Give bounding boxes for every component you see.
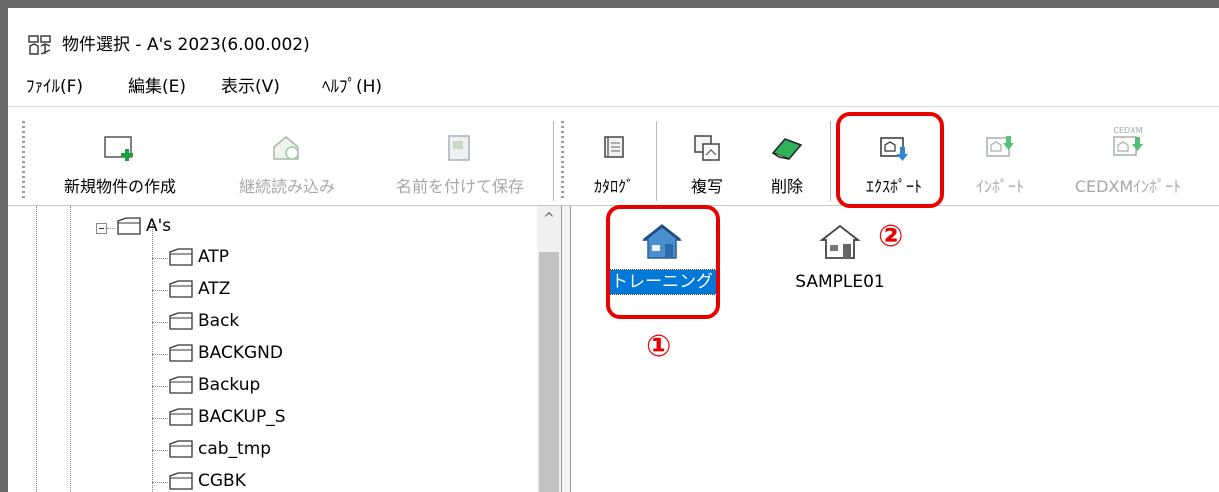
window-title: 物件選択 - A's 2023(6.00.002) bbox=[62, 35, 310, 55]
tree-node-label: cab_tmp bbox=[198, 439, 272, 459]
tree-node-label: BACKGND bbox=[198, 343, 283, 363]
title-bar: 物件選択 - A's 2023(6.00.002) bbox=[8, 8, 1219, 68]
house-load-icon bbox=[273, 136, 299, 160]
toolbar-separator bbox=[656, 121, 657, 201]
folder-icon bbox=[117, 217, 141, 235]
toolbar-grip-2[interactable] bbox=[561, 121, 564, 201]
tree-node-label: ATZ bbox=[198, 279, 231, 299]
toolbar-separator bbox=[830, 121, 831, 201]
menu-help[interactable]: ﾍﾙﾌﾟ(H) bbox=[322, 76, 382, 98]
window-border-top bbox=[0, 0, 1219, 8]
folder-icon bbox=[169, 344, 193, 362]
tree-node-label: CGBK bbox=[198, 471, 246, 491]
catalog-button[interactable]: ｶﾀﾛｸﾞ bbox=[580, 115, 648, 201]
tree-scrollbar[interactable]: ^ bbox=[537, 206, 561, 492]
folder-icon bbox=[169, 248, 193, 266]
save-as-button[interactable]: 名前を付けて保存 bbox=[374, 115, 546, 201]
app-logo-icon bbox=[28, 35, 51, 55]
import-label: ｲﾝﾎﾟｰﾄ bbox=[975, 177, 1024, 196]
annotation-box-training bbox=[606, 205, 720, 319]
new-project-label: 新規物件の作成 bbox=[63, 177, 176, 196]
window-border-left bbox=[0, 0, 8, 492]
tree-guide-line bbox=[70, 206, 71, 492]
new-project-button[interactable]: 新規物件の作成 bbox=[36, 115, 204, 201]
tree-guide-line bbox=[36, 206, 37, 492]
folder-icon bbox=[169, 472, 193, 490]
cedxm-icon-text: CEDXM bbox=[1113, 126, 1142, 135]
folder-icon bbox=[169, 312, 193, 330]
menu-edit[interactable]: 編集(E) bbox=[128, 76, 186, 98]
collapse-icon[interactable] bbox=[96, 223, 107, 234]
folder-icon bbox=[169, 440, 193, 458]
annotation-marker-2: ② bbox=[878, 219, 904, 254]
list-item-label: SAMPLE01 bbox=[795, 272, 885, 292]
folder-tree[interactable]: A's ATP ATZ Back BACKGND Backup BACKUP_S cab_t… bbox=[8, 206, 561, 492]
menu-view[interactable]: 表示(V) bbox=[221, 76, 280, 98]
folder-icon bbox=[169, 376, 193, 394]
scroll-up-arrow-icon[interactable]: ^ bbox=[537, 206, 561, 232]
cedxm-import-label: CEDXMｲﾝﾎﾟｰﾄ bbox=[1074, 177, 1182, 196]
delete-button[interactable]: 削除 bbox=[752, 115, 822, 201]
scroll-thumb[interactable] bbox=[539, 252, 559, 492]
copy-button[interactable]: 複写 bbox=[672, 115, 742, 201]
delete-label: 削除 bbox=[770, 177, 803, 196]
app-window: 物件選択 - A's 2023(6.00.002) ﾌｧｲﾙ(F) 編集(E) … bbox=[0, 0, 1219, 492]
toolbar-grip[interactable] bbox=[22, 121, 25, 201]
new-document-icon bbox=[104, 136, 133, 161]
copy-label: 複写 bbox=[690, 177, 723, 196]
catalog-book-icon bbox=[604, 136, 624, 158]
menu-file[interactable]: ﾌｧｲﾙ(F) bbox=[26, 76, 83, 98]
catalog-label: ｶﾀﾛｸﾞ bbox=[593, 177, 634, 196]
import-icon bbox=[986, 136, 1014, 157]
tree-node-label: ATP bbox=[198, 247, 229, 267]
tree-node-label: A's bbox=[146, 216, 172, 236]
folder-icon bbox=[169, 280, 193, 298]
pane-splitter[interactable] bbox=[561, 206, 571, 492]
toolbar: 新規物件の作成 継続読み込み 名前を付けて保存 ｶﾀﾛｸﾞ 複写 削除 ｴｸｽﾎ… bbox=[8, 107, 1219, 206]
save-as-icon bbox=[448, 135, 470, 161]
annotation-marker-1: ① bbox=[646, 329, 672, 364]
menu-bar: ﾌｧｲﾙ(F) 編集(E) 表示(V) ﾍﾙﾌﾟ(H) bbox=[8, 68, 1219, 107]
house-icon bbox=[819, 224, 861, 259]
import-button[interactable]: ｲﾝﾎﾟｰﾄ bbox=[960, 115, 1040, 201]
tree-node-label: Back bbox=[198, 311, 240, 331]
copy-icon bbox=[694, 135, 720, 161]
cedxm-import-icon: CEDXM bbox=[1113, 126, 1143, 156]
eraser-icon bbox=[771, 138, 803, 160]
annotation-box-export bbox=[836, 112, 944, 208]
tree-node-label: Backup bbox=[198, 375, 261, 395]
continue-load-label: 継続読み込み bbox=[238, 177, 335, 196]
cedxm-import-button[interactable]: CEDXM CEDXMｲﾝﾎﾟｰﾄ bbox=[1048, 115, 1208, 201]
folder-icon bbox=[169, 408, 193, 426]
save-as-label: 名前を付けて保存 bbox=[395, 177, 524, 196]
tree-guide-line bbox=[152, 224, 153, 492]
toolbar-separator bbox=[553, 121, 554, 201]
continue-load-button[interactable]: 継続読み込み bbox=[210, 115, 364, 201]
tree-node-label: BACKUP_S bbox=[198, 407, 286, 427]
